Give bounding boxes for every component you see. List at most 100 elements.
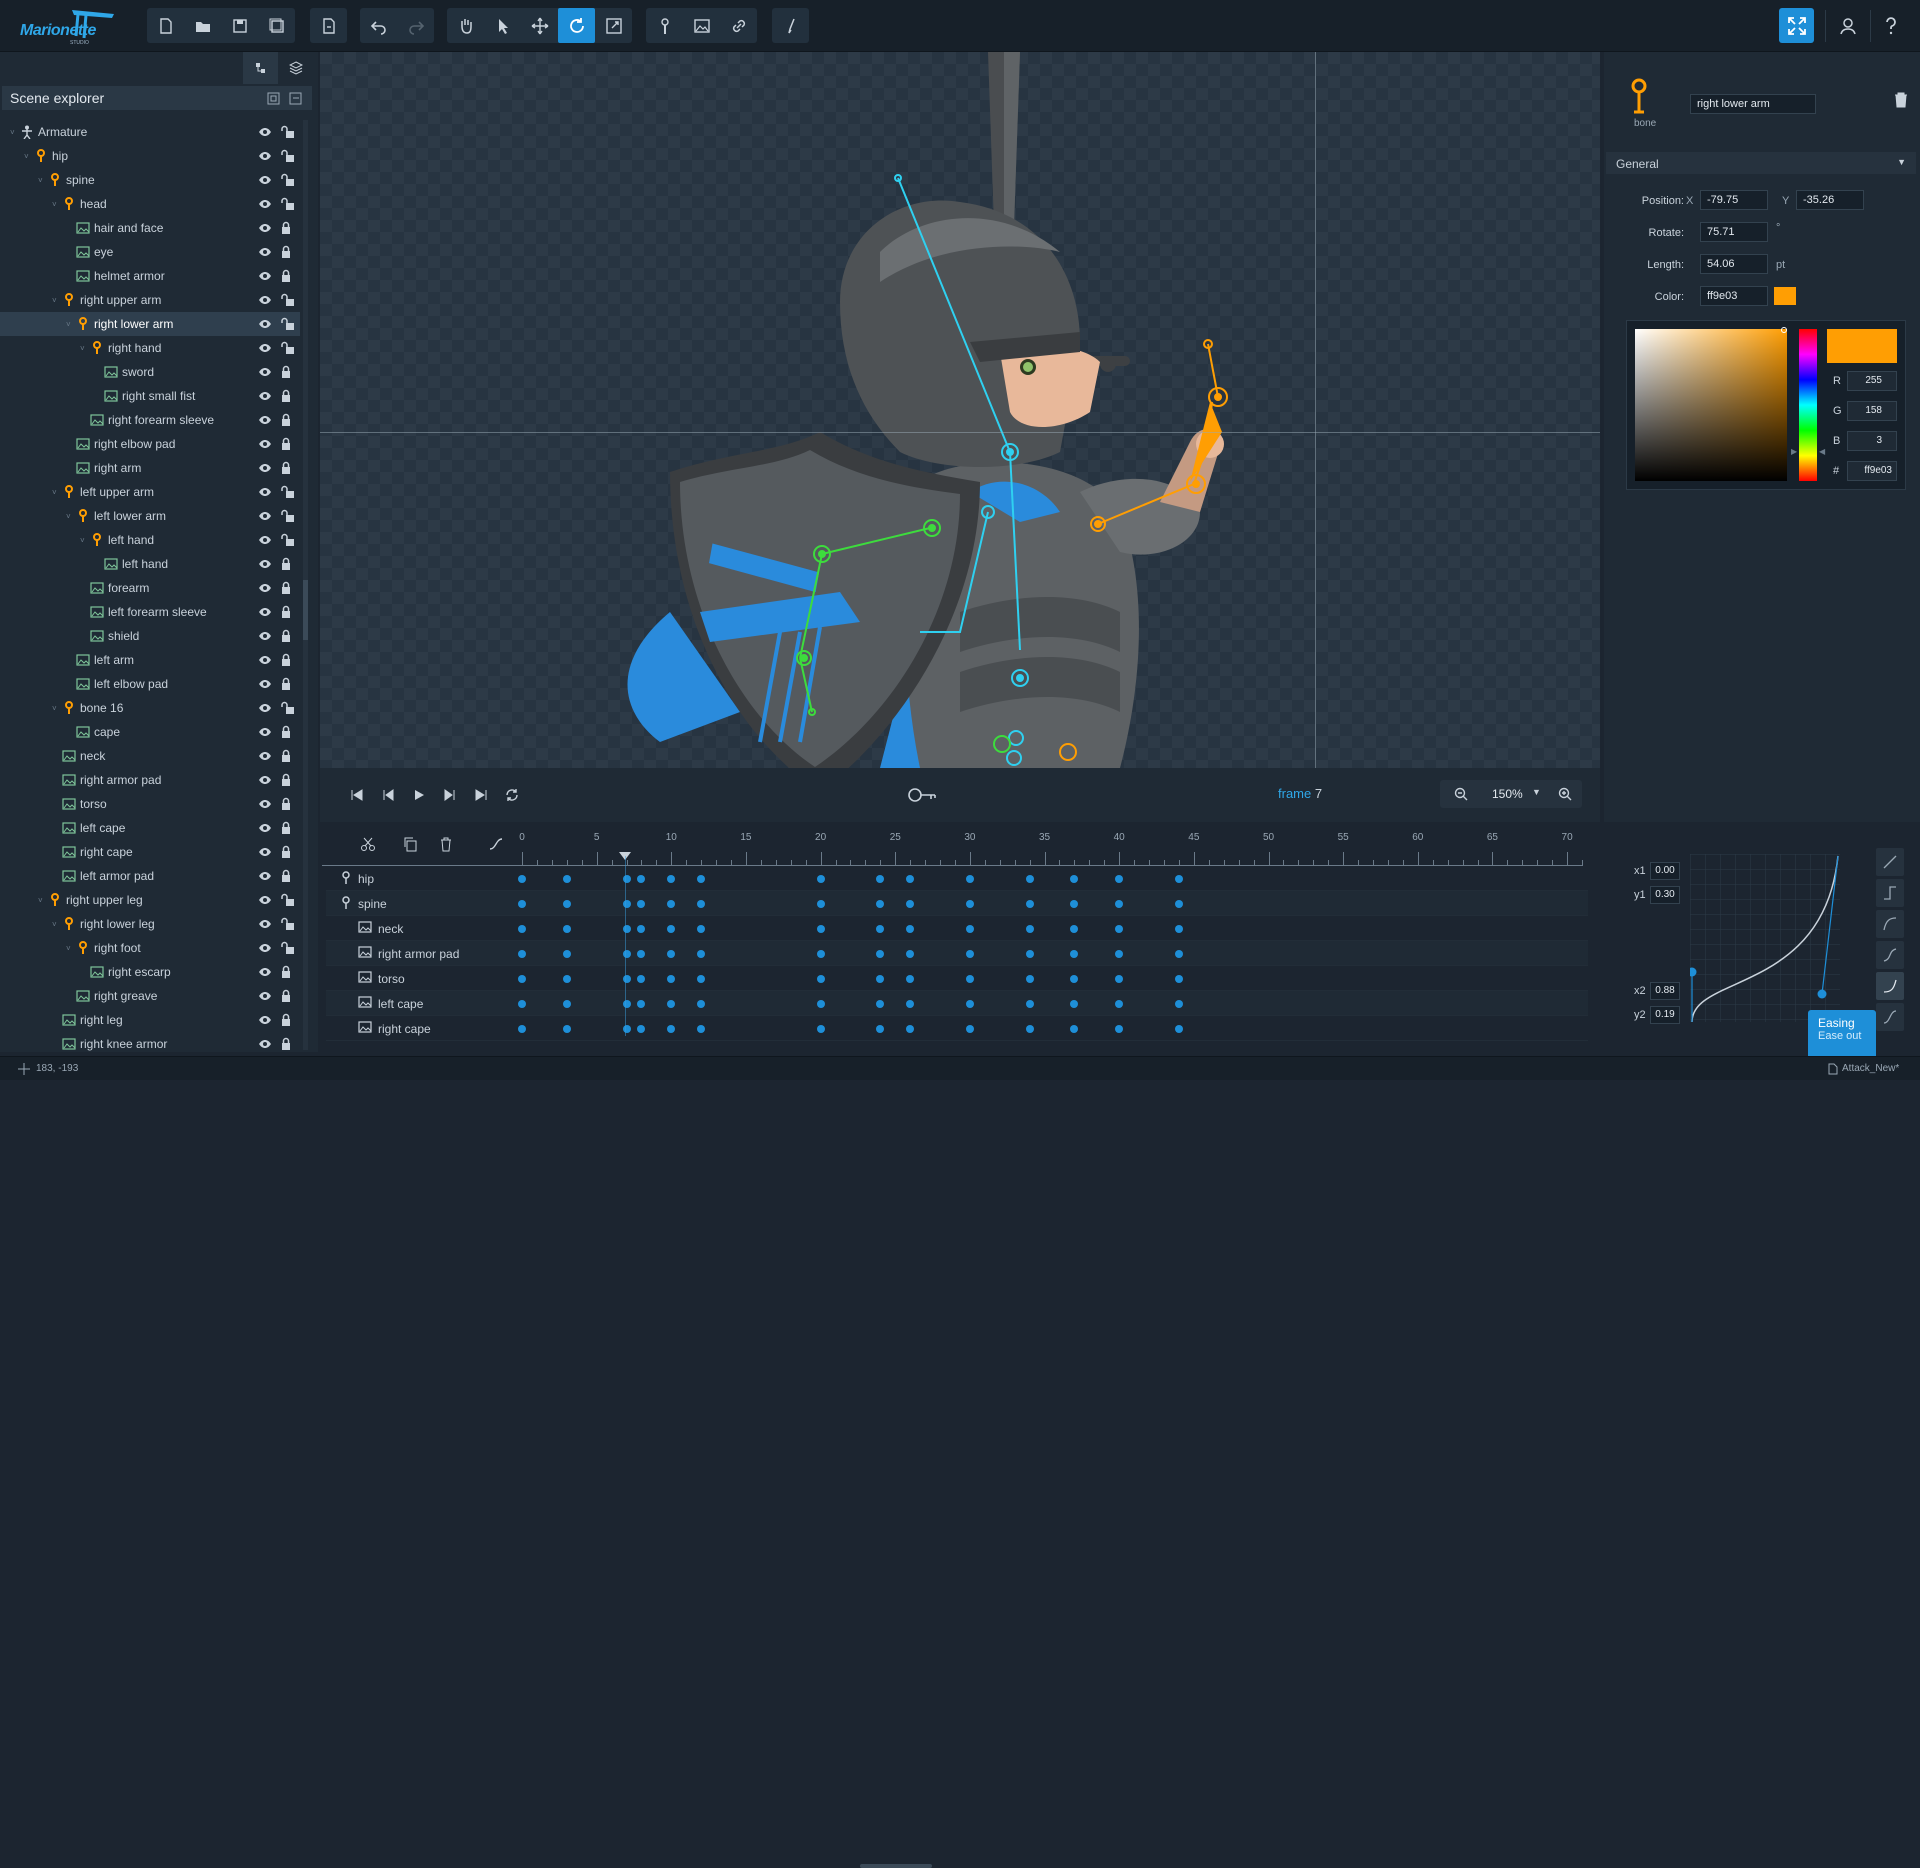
keyframe-dot[interactable] (1070, 975, 1079, 983)
visibility-eye-icon[interactable] (258, 725, 272, 739)
keyframe-dot[interactable] (667, 875, 676, 883)
tree-item[interactable]: left forearm sleeve (0, 600, 300, 624)
keyframe-dot[interactable] (622, 975, 631, 983)
tree-caret-icon[interactable]: ˅ (52, 488, 57, 497)
visibility-eye-icon[interactable] (258, 869, 272, 883)
keyframe-dot[interactable] (622, 950, 631, 958)
lock-icon[interactable] (280, 413, 294, 427)
keyframe-dot[interactable] (876, 900, 885, 908)
tree-item[interactable]: right small fist (0, 384, 300, 408)
scene-canvas[interactable] (320, 52, 1600, 768)
tree-item[interactable]: shield (0, 624, 300, 648)
keyframe-dot[interactable] (637, 1025, 646, 1033)
visibility-eye-icon[interactable] (258, 653, 272, 667)
keyframe-dot[interactable] (562, 1025, 571, 1033)
keyframe-dot[interactable] (1025, 875, 1034, 883)
tree-item[interactable]: ˅ right upper leg (0, 888, 300, 912)
keyframe-dot[interactable] (965, 975, 974, 983)
first-frame-button[interactable] (344, 782, 370, 808)
keyframe-dot[interactable] (1174, 925, 1183, 933)
visibility-eye-icon[interactable] (258, 797, 272, 811)
tree-caret-icon[interactable]: ˅ (10, 128, 15, 137)
visibility-eye-icon[interactable] (258, 269, 272, 283)
keyframe-dot[interactable] (1115, 925, 1124, 933)
keyframe-button[interactable] (905, 782, 939, 808)
timeline-track[interactable]: torso (326, 966, 1588, 991)
zoom-dropdown-icon[interactable]: ▼ (1532, 787, 1541, 797)
bone-name-input[interactable]: right lower arm (1690, 94, 1816, 114)
keyframe-dot[interactable] (697, 950, 706, 958)
red-input[interactable]: 255 (1847, 371, 1897, 391)
unlock-icon[interactable] (280, 317, 294, 331)
ease-preset-button[interactable] (1876, 941, 1904, 969)
keyframe-dot[interactable] (518, 875, 526, 883)
keyframe-dot[interactable] (876, 975, 885, 983)
visibility-eye-icon[interactable] (258, 941, 272, 955)
tree-item[interactable]: right forearm sleeve (0, 408, 300, 432)
keyframe-dot[interactable] (876, 925, 885, 933)
lock-icon[interactable] (280, 557, 294, 571)
keyframe-dot[interactable] (1070, 950, 1079, 958)
timeline-track[interactable]: hip (326, 866, 1588, 891)
keyframe-dot[interactable] (1174, 900, 1183, 908)
loop-button[interactable] (499, 782, 525, 808)
keyframe-dot[interactable] (667, 1025, 676, 1033)
position-y-input[interactable]: -35.26 (1796, 190, 1864, 210)
saturation-value-area[interactable] (1635, 329, 1787, 481)
keyframe-dot[interactable] (1115, 950, 1124, 958)
unlock-icon[interactable] (280, 893, 294, 907)
keyframe-dot[interactable] (518, 900, 526, 908)
last-frame-button[interactable] (468, 782, 494, 808)
keyframe-dot[interactable] (1115, 1025, 1124, 1033)
cut-scissors-icon[interactable] (360, 836, 376, 852)
timeline-ruler[interactable]: 0 5 10 15 20 25 30 35 40 45 50 55 60 65 70 (322, 828, 1584, 866)
keyframe-dot[interactable] (1115, 975, 1124, 983)
visibility-eye-icon[interactable] (258, 581, 272, 595)
tree-item[interactable]: ˅ head (0, 192, 300, 216)
pan-tool-button[interactable] (447, 8, 484, 43)
save-button[interactable] (221, 8, 258, 43)
lock-icon[interactable] (280, 749, 294, 763)
add-bone-button[interactable] (646, 8, 683, 43)
unlock-icon[interactable] (280, 917, 294, 931)
visibility-eye-icon[interactable] (258, 197, 272, 211)
tree-caret-icon[interactable]: ˅ (80, 344, 85, 353)
unlock-icon[interactable] (280, 701, 294, 715)
add-image-button[interactable] (683, 8, 720, 43)
lock-icon[interactable] (280, 221, 294, 235)
lock-icon[interactable] (280, 653, 294, 667)
lock-icon[interactable] (280, 989, 294, 1003)
lock-icon[interactable] (280, 437, 294, 451)
hue-handle-left[interactable]: ▶ (1791, 447, 1797, 456)
scale-tool-button[interactable] (595, 8, 632, 43)
lock-icon[interactable] (280, 725, 294, 739)
visibility-eye-icon[interactable] (258, 1037, 272, 1051)
tree-item[interactable]: sword (0, 360, 300, 384)
keyframe-dot[interactable] (697, 1000, 706, 1008)
keyframe-dot[interactable] (518, 1000, 526, 1008)
visibility-eye-icon[interactable] (258, 221, 272, 235)
visibility-eye-icon[interactable] (258, 509, 272, 523)
keyframe-dot[interactable] (518, 950, 526, 958)
hue-handle-right[interactable]: ◀ (1819, 447, 1825, 456)
keyframe-dot[interactable] (667, 1000, 676, 1008)
tree-item[interactable]: left cape (0, 816, 300, 840)
lock-icon[interactable] (280, 965, 294, 979)
keyframe-dot[interactable] (965, 900, 974, 908)
visibility-eye-icon[interactable] (258, 149, 272, 163)
tree-item[interactable]: right escarp (0, 960, 300, 984)
tree-item[interactable]: right leg (0, 1008, 300, 1032)
easing-curve-editor[interactable] (1690, 854, 1840, 1022)
lock-icon[interactable] (280, 269, 294, 283)
scrollbar-thumb[interactable] (303, 580, 308, 640)
keyframe-dot[interactable] (622, 900, 631, 908)
undo-button[interactable] (360, 8, 397, 43)
keyframe-dot[interactable] (965, 875, 974, 883)
pen-tool-button[interactable] (772, 8, 809, 43)
keyframe-dot[interactable] (622, 1025, 631, 1033)
position-x-input[interactable]: -79.75 (1700, 190, 1768, 210)
keyframe-dot[interactable] (1174, 1025, 1183, 1033)
keyframe-dot[interactable] (562, 875, 571, 883)
keyframe-dot[interactable] (816, 975, 825, 983)
tree-item[interactable]: left armor pad (0, 864, 300, 888)
